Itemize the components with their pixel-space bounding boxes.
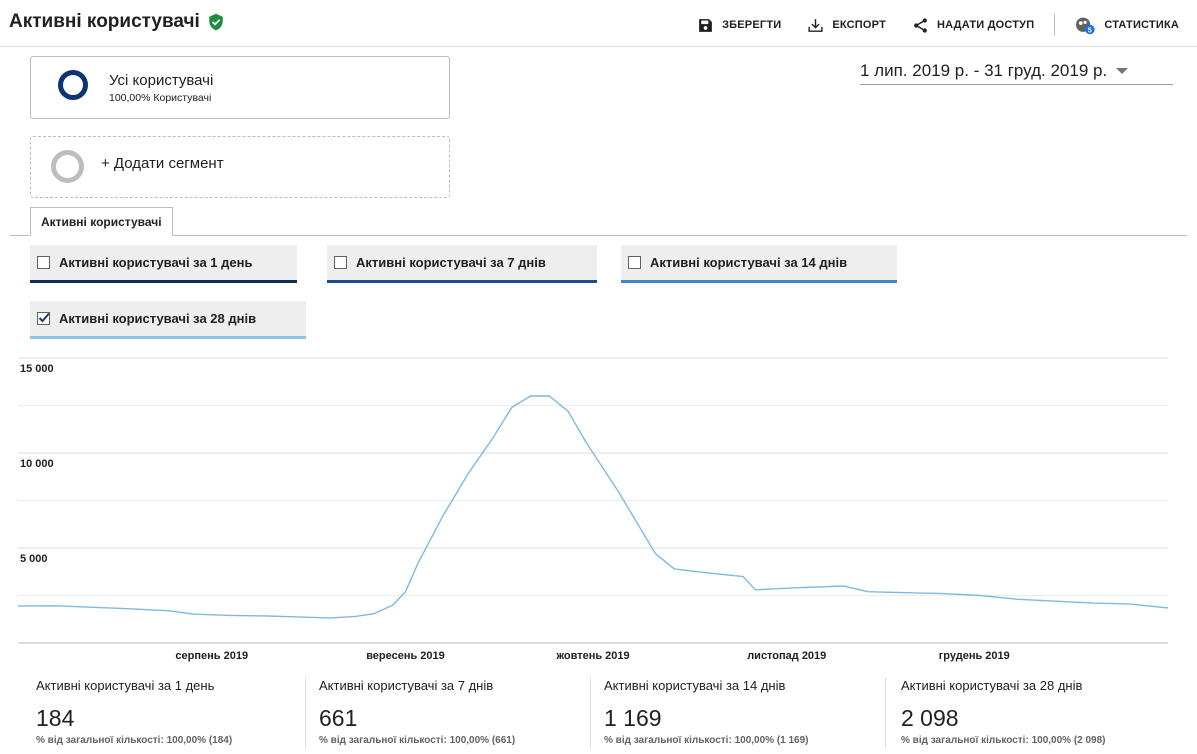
x-tick-label: жовтень 2019 [555, 650, 629, 662]
share-icon [914, 17, 927, 33]
checkbox[interactable] [334, 256, 347, 269]
x-tick-label: листопад 2019 [747, 650, 826, 662]
page-title: Активні користувачі [9, 11, 200, 32]
y-tick-label: 10 000 [20, 458, 54, 470]
y-tick-labels: 15 000 10 000 5 000 [20, 363, 54, 565]
tile-divider [305, 677, 306, 749]
tab-strip-line [10, 235, 1187, 236]
checkbox[interactable] [628, 256, 641, 269]
metric-chip-14-days[interactable]: Активні користувачі за 14 днів [621, 245, 897, 283]
segment-card[interactable]: Усі користувачі 100,00% Користувачі [30, 56, 450, 119]
metric-chip-label: Активні користувачі за 14 днів [650, 255, 848, 270]
segment-ring-icon [58, 70, 88, 100]
segment-name: Усі користувачі [109, 72, 214, 89]
summary-value: 184 [36, 705, 75, 731]
export-icon [808, 18, 823, 32]
shield-check-icon [209, 13, 223, 31]
metric-chip-label: Активні користувачі за 7 днів [356, 255, 546, 270]
date-range-picker[interactable]: 1 лип. 2019 р. - 31 груд. 2019 р. [860, 58, 1173, 85]
toolbar-divider [1054, 14, 1056, 36]
summary-name: Активні користувачі за 28 днів [901, 678, 1083, 693]
summary-name: Активні користувачі за 1 день [36, 678, 215, 693]
x-tick-label: вересень 2019 [366, 650, 445, 662]
save-icon [699, 18, 712, 32]
export-label: ЕКСПОРТ [832, 19, 886, 31]
insights-badge: 5 [1088, 26, 1092, 34]
tile-divider [590, 677, 591, 749]
active-users-line-chart: 15 000 10 000 5 000 серпень 2019 вересень 2… [18, 357, 1168, 662]
summary-tile-1-day: Активні користувачі за 1 день 184 % від … [36, 678, 232, 748]
x-tick-label: грудень 2019 [939, 650, 1010, 662]
summary-subtitle: % від загальної кількості: 100,00% (2 09… [901, 735, 1106, 746]
metric-chip-1-day[interactable]: Активні користувачі за 1 день [30, 245, 297, 283]
checkbox-checked[interactable] [37, 312, 50, 325]
insights-label: СТАТИСТИКА [1104, 19, 1179, 31]
insights-icon: 5 [1076, 17, 1095, 34]
summary-name: Активні користувачі за 14 днів [604, 678, 786, 693]
summary-value: 2 098 [901, 705, 959, 731]
summary-value: 1 169 [604, 705, 662, 731]
summary-subtitle: % від загальної кількості: 100,00% (661) [319, 735, 516, 746]
gridlines [18, 357, 1168, 644]
y-tick-label: 5 000 [20, 553, 48, 565]
insights-button[interactable]: 5 СТАТИСТИКА [1075, 16, 1179, 35]
add-segment-label: + Додати сегмент [101, 155, 224, 172]
summary-subtitle: % від загальної кількості: 100,00% (184) [36, 735, 233, 746]
add-segment-button[interactable]: + Додати сегмент [30, 136, 450, 198]
share-label: НАДАТИ ДОСТУП [936, 19, 1035, 31]
save-label: ЗБЕРЕГТИ [722, 19, 782, 31]
metric-chip-label: Активні користувачі за 28 днів [59, 311, 257, 326]
x-tick-label: серпень 2019 [175, 650, 248, 662]
y-tick-label: 15 000 [20, 363, 54, 375]
tile-divider [885, 677, 886, 749]
checkbox[interactable] [37, 256, 50, 269]
date-range-label: 1 лип. 2019 р. - 31 груд. 2019 р. [860, 61, 1108, 80]
summary-tile-28-days: Активні користувачі за 28 днів 2 098 % в… [901, 678, 1106, 748]
metric-chip-label: Активні користувачі за 1 день [59, 255, 253, 270]
chevron-down-icon [1116, 68, 1129, 74]
segment-subtitle: 100,00% Користувачі [109, 92, 212, 104]
save-button[interactable]: ЗБЕРЕГТИ [697, 17, 781, 34]
line-series-28-days [18, 395, 1168, 619]
metric-chip-28-days[interactable]: Активні користувачі за 28 днів [30, 301, 306, 339]
report-header: Активні користувачі ЗБЕРЕГТИ ЕКСПОРТ НАД… [0, 0, 1197, 47]
x-tick-labels: серпень 2019 вересень 2019 жовтень 2019 лис… [175, 650, 1009, 662]
metric-chip-7-days[interactable]: Активні користувачі за 7 днів [327, 245, 597, 283]
summary-name: Активні користувачі за 7 днів [319, 678, 494, 693]
summary-tile-7-days: Активні користувачі за 7 днів 661 % від … [319, 678, 515, 748]
checkmark-icon [38, 312, 50, 323]
toolbar: ЗБЕРЕГТИ ЕКСПОРТ НАДАТИ ДОСТУП 5 СТАТИСТ… [671, 14, 1179, 36]
tab-active-users[interactable]: Активні користувачі [30, 207, 173, 236]
page-title-wrap: Активні користувачі [9, 11, 225, 33]
share-button[interactable]: НАДАТИ ДОСТУП [912, 17, 1034, 34]
summary-subtitle: % від загальної кількості: 100,00% (1 16… [604, 735, 809, 746]
summary-value: 661 [319, 705, 358, 731]
empty-segment-ring-icon [51, 150, 84, 183]
summary-tile-14-days: Активні користувачі за 14 днів 1 169 % в… [604, 678, 809, 748]
export-button[interactable]: ЕКСПОРТ [807, 17, 886, 34]
